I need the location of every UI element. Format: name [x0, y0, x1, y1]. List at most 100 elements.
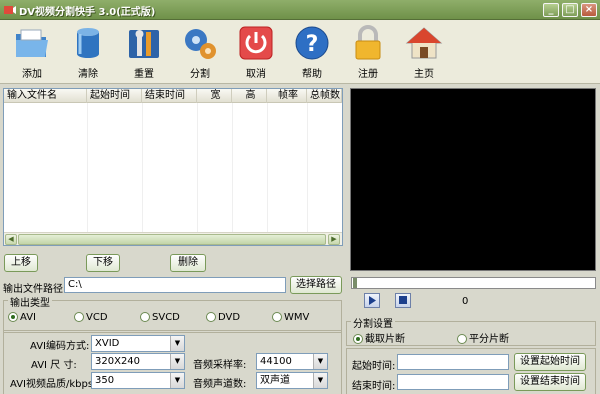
- svg-text:?: ?: [306, 32, 319, 57]
- maximize-button[interactable]: □: [562, 3, 578, 17]
- column-header[interactable]: 高: [232, 89, 267, 103]
- chevron-down-icon: ▼: [170, 373, 184, 388]
- gears-icon: [185, 29, 216, 59]
- radio-vcd[interactable]: VCD: [74, 312, 108, 323]
- register-button[interactable]: 注册: [343, 24, 393, 82]
- start-time-label: 起始时间:: [352, 361, 396, 372]
- quality-label: AVI视频品质/kbps:: [10, 379, 97, 390]
- codec-select[interactable]: XVID ▼: [91, 335, 185, 352]
- help-icon: ?: [295, 26, 329, 60]
- app-icon: [4, 6, 16, 14]
- avi-size-select[interactable]: 320X240 ▼: [91, 353, 185, 370]
- browse-path-button[interactable]: 选择路径: [290, 276, 342, 294]
- add-button[interactable]: 添加: [7, 24, 57, 82]
- radio-dot-icon: [353, 334, 363, 344]
- avi-size-label: AVI 尺 寸:: [31, 360, 77, 371]
- split-time-panel: 起始时间: 设置起始时间 结束时间: 设置结束时间: [346, 348, 596, 394]
- slider-handle[interactable]: [353, 278, 357, 288]
- title-bar: DV视频分割快手 3.0(正式版) _ □ ×: [0, 0, 600, 20]
- grid-line: [142, 103, 143, 233]
- grid-line: [197, 103, 198, 233]
- register-label: 注册: [358, 69, 378, 80]
- samplerate-select[interactable]: 44100 ▼: [256, 353, 328, 370]
- delete-button[interactable]: 删除: [170, 254, 206, 272]
- radio-dot-icon: [140, 312, 150, 322]
- reset-label: 重置: [134, 69, 154, 80]
- column-header[interactable]: 结束时间: [142, 89, 197, 103]
- radio-clip-segment[interactable]: 截取片断: [353, 330, 405, 345]
- quality-select[interactable]: 350 ▼: [91, 372, 185, 389]
- column-header[interactable]: 总帧数: [307, 89, 342, 103]
- grid-line: [232, 103, 233, 233]
- play-button[interactable]: [364, 293, 380, 308]
- reset-button[interactable]: 重置: [119, 24, 169, 82]
- codec-label: AVI编码方式:: [30, 341, 90, 352]
- column-header[interactable]: 宽: [197, 89, 232, 103]
- radio-dot-icon: [8, 312, 18, 322]
- radio-avi[interactable]: AVI: [8, 312, 36, 323]
- video-preview: [350, 88, 596, 271]
- homepage-label: 主页: [414, 69, 434, 80]
- output-type-group: 输出类型 AVI VCD SVCD DVD WMV: [3, 294, 342, 333]
- file-list[interactable]: 输入文件名 起始时间 结束时间 宽 高 帧率 总帧数 ◀ ▶: [3, 88, 343, 246]
- bucket-icon: [77, 28, 99, 58]
- column-header[interactable]: 起始时间: [87, 89, 142, 103]
- channels-label: 音频声道数:: [193, 379, 247, 390]
- grid-line: [87, 103, 88, 233]
- radio-equal-split[interactable]: 平分片断: [457, 330, 509, 345]
- cancel-label: 取消: [246, 69, 266, 80]
- scroll-left-icon[interactable]: ◀: [5, 234, 17, 245]
- tools-icon: [129, 30, 159, 58]
- clear-button[interactable]: 清除: [63, 24, 113, 82]
- cancel-button[interactable]: 取消: [231, 24, 281, 82]
- chevron-down-icon: ▼: [170, 336, 184, 351]
- column-header[interactable]: 帧率: [267, 89, 307, 103]
- end-time-input[interactable]: [397, 374, 509, 390]
- help-button[interactable]: ? 帮助: [287, 24, 337, 82]
- lock-icon: [355, 25, 381, 60]
- move-down-button[interactable]: 下移: [86, 254, 120, 272]
- minimize-button[interactable]: _: [543, 3, 559, 17]
- output-type-title: 输出类型: [8, 294, 52, 309]
- set-end-time-button[interactable]: 设置结束时间: [514, 373, 586, 391]
- play-icon: [369, 296, 376, 305]
- chevron-down-icon: ▼: [170, 354, 184, 369]
- split-settings-title: 分割设置: [351, 315, 395, 330]
- add-label: 添加: [22, 69, 42, 80]
- split-settings-group: 分割设置 截取片断 平分片断: [346, 315, 596, 346]
- split-button[interactable]: 分割: [175, 24, 225, 82]
- radio-dvd[interactable]: DVD: [206, 312, 240, 323]
- horizontal-scrollbar[interactable]: ◀ ▶: [4, 232, 342, 245]
- set-start-time-button[interactable]: 设置起始时间: [514, 353, 586, 371]
- frame-counter: 0: [462, 296, 469, 307]
- move-up-button[interactable]: 上移: [4, 254, 38, 272]
- column-header[interactable]: 输入文件名: [4, 89, 87, 103]
- end-time-label: 结束时间:: [352, 381, 396, 392]
- radio-dot-icon: [74, 312, 84, 322]
- clear-label: 清除: [78, 69, 98, 80]
- start-time-input[interactable]: [397, 354, 509, 370]
- radio-dot-icon: [272, 312, 282, 322]
- close-button[interactable]: ×: [581, 3, 597, 17]
- channels-select[interactable]: 双声道 ▼: [256, 372, 328, 389]
- encoding-settings: AVI编码方式: XVID ▼ AVI 尺 寸: 320X240 ▼ 音频采样率: …: [3, 330, 342, 394]
- folder-icon: [16, 29, 48, 57]
- homepage-button[interactable]: 主页: [399, 24, 449, 82]
- home-icon: [405, 27, 443, 59]
- help-label: 帮助: [302, 69, 322, 80]
- radio-dot-icon: [457, 334, 467, 344]
- playback-slider[interactable]: [351, 277, 596, 289]
- output-path-label: 输出文件路径:: [3, 284, 67, 295]
- scroll-right-icon[interactable]: ▶: [328, 234, 340, 245]
- power-icon: [239, 26, 273, 60]
- radio-wmv[interactable]: WMV: [272, 312, 309, 323]
- scroll-thumb[interactable]: [18, 234, 326, 245]
- toolbar: 添加 清除 重置 分割 取消 ? 帮助 注册 主页: [0, 20, 600, 84]
- stop-button[interactable]: [395, 293, 411, 308]
- radio-svcd[interactable]: SVCD: [140, 312, 180, 323]
- window-title: DV视频分割快手 3.0(正式版): [19, 7, 156, 18]
- output-path-input[interactable]: C:\: [64, 277, 286, 293]
- grid-line: [307, 103, 308, 233]
- radio-dot-icon: [206, 312, 216, 322]
- chevron-down-icon: ▼: [313, 354, 327, 369]
